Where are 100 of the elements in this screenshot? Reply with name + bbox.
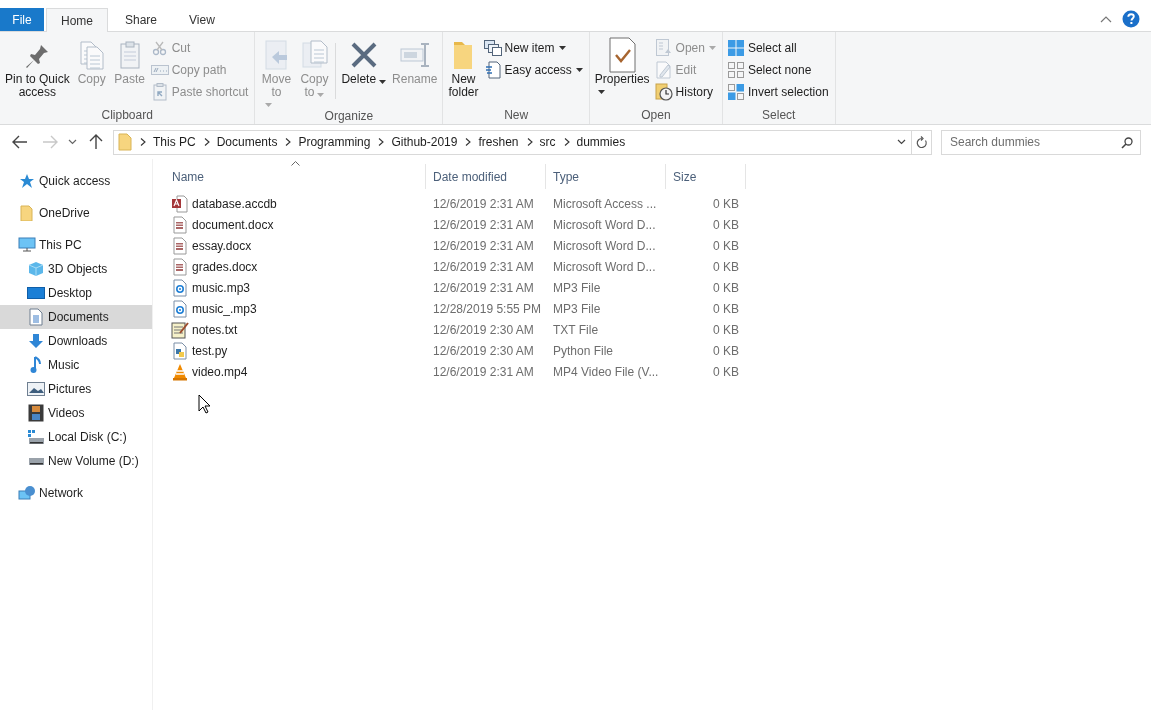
picture-icon [27,382,45,396]
drive-icon [28,457,44,465]
size-cell: 0 KB [713,364,739,379]
file-name[interactable]: database.accdb [192,196,277,211]
clock-icon [654,83,673,101]
sidebar-item[interactable]: Documents [0,305,152,329]
star-icon [19,173,35,189]
sidebar-item[interactable]: This PC [0,233,152,257]
notepad-icon [171,320,189,339]
file-tab[interactable]: File [0,8,44,31]
file-name[interactable]: test.py [192,343,228,358]
folder-icon [19,205,35,221]
word-file-icon [172,215,188,234]
audio-file-icon [172,299,188,318]
ribbon-button[interactable]: Select all [724,37,833,59]
cube-icon [28,261,44,277]
sort-ascending-icon [291,161,300,166]
desktop-icon [27,286,45,300]
path-icon [150,64,169,76]
ribbon-button[interactable]: New item [481,37,587,59]
sidebar-item[interactable]: New Volume (D:) [0,449,152,473]
refresh-button[interactable] [912,129,932,155]
type-cell: Python File [553,343,614,358]
size-cell: 0 KB [713,301,739,316]
size-cell: 0 KB [713,196,739,211]
chevron-right-icon[interactable] [140,138,146,146]
sidebar-item[interactable]: Local Disk (C:) [0,425,152,449]
windows-icon [483,40,502,56]
file-name[interactable]: music_.mp3 [192,301,257,316]
file-name[interactable]: music.mp3 [192,280,250,295]
chevron-down-icon[interactable] [897,139,906,145]
column-header[interactable]: Size [666,164,746,189]
breadcrumb[interactable]: Programming [298,135,371,149]
pencil-page-icon [655,61,672,79]
sidebar-item[interactable]: Downloads [0,329,152,353]
chevron-right-icon[interactable] [526,138,533,146]
sidebar-item[interactable]: Network [0,481,152,505]
ribbon-button[interactable]: Pin to Quick access [2,35,73,101]
breadcrumb[interactable]: This PC [153,135,196,149]
sidebar-item[interactable]: Desktop [0,281,152,305]
document-icon [28,308,44,326]
chevron-down-icon[interactable] [68,139,77,145]
ribbon-button[interactable]: Select none [724,59,833,81]
grid-icon [727,40,744,56]
group-label: New [503,108,530,124]
file-name[interactable]: document.docx [192,217,274,232]
date-cell: 12/6/2019 2:31 AM [433,196,534,211]
help-icon[interactable] [1122,9,1140,28]
page-icon [484,61,501,79]
file-name[interactable]: video.mp4 [192,364,248,379]
checkmark-page-icon [606,37,639,73]
refresh-icon [915,135,928,149]
file-name[interactable]: essay.docx [192,238,252,253]
group-label: Open [640,108,672,124]
breadcrumb[interactable]: src [539,135,556,149]
sidebar-item[interactable]: Quick access [0,169,152,193]
monitor-icon [18,237,36,253]
caret-icon [597,90,605,94]
column-header[interactable]: Date modified [426,164,546,189]
down-arrow-icon [28,333,44,349]
column-header[interactable]: Name [165,164,426,189]
up-arrow-icon[interactable] [89,134,103,150]
chevron-right-icon[interactable] [285,138,292,146]
back-icon[interactable] [12,135,28,149]
breadcrumb[interactable]: dummies [576,135,626,149]
sidebar-item[interactable]: Pictures [0,377,152,401]
ribbon-button[interactable]: Invert selection [724,81,833,103]
caret-icon [575,68,583,72]
breadcrumb[interactable]: Documents [216,135,278,149]
sidebar-item[interactable]: OneDrive [0,201,152,225]
collapse-ribbon-icon[interactable] [1100,14,1112,23]
network-icon [18,485,36,501]
drive-icon [27,429,45,445]
chevron-right-icon[interactable] [563,138,570,146]
breadcrumb[interactable]: freshen [478,135,519,149]
type-cell: MP3 File [553,301,601,316]
size-cell: 0 KB [713,280,739,295]
search-field[interactable]: Search dummies [941,129,1141,155]
film-icon [28,404,44,422]
sidebar-item[interactable]: Videos [0,401,152,425]
file-name[interactable]: notes.txt [192,322,238,337]
sidebar-item[interactable]: 3D Objects [0,257,152,281]
chevron-right-icon[interactable] [465,138,472,146]
column-header[interactable]: Type [546,164,666,189]
chevron-right-icon[interactable] [378,138,385,146]
music-note-icon [29,356,43,374]
ribbon-button[interactable]: Delete [338,35,390,88]
ribbon-tab[interactable]: Home [46,8,108,32]
ribbon-button[interactable]: New folder [445,35,482,101]
address-bar[interactable]: This PC Documents Programming Github-2019 freshen src dummies [113,129,912,155]
type-cell: Microsoft Word D... [553,238,656,253]
file-name[interactable]: grades.docx [192,259,258,274]
ribbon-button[interactable]: History [652,81,720,103]
sidebar-item[interactable]: Music [0,353,152,377]
ribbon-button[interactable]: Properties [591,35,653,96]
folder-icon [118,133,132,151]
chevron-right-icon[interactable] [203,138,210,146]
type-cell: Microsoft Word D... [553,217,656,232]
ribbon-button[interactable]: Easy access [481,59,587,81]
breadcrumb[interactable]: Github-2019 [391,135,458,149]
